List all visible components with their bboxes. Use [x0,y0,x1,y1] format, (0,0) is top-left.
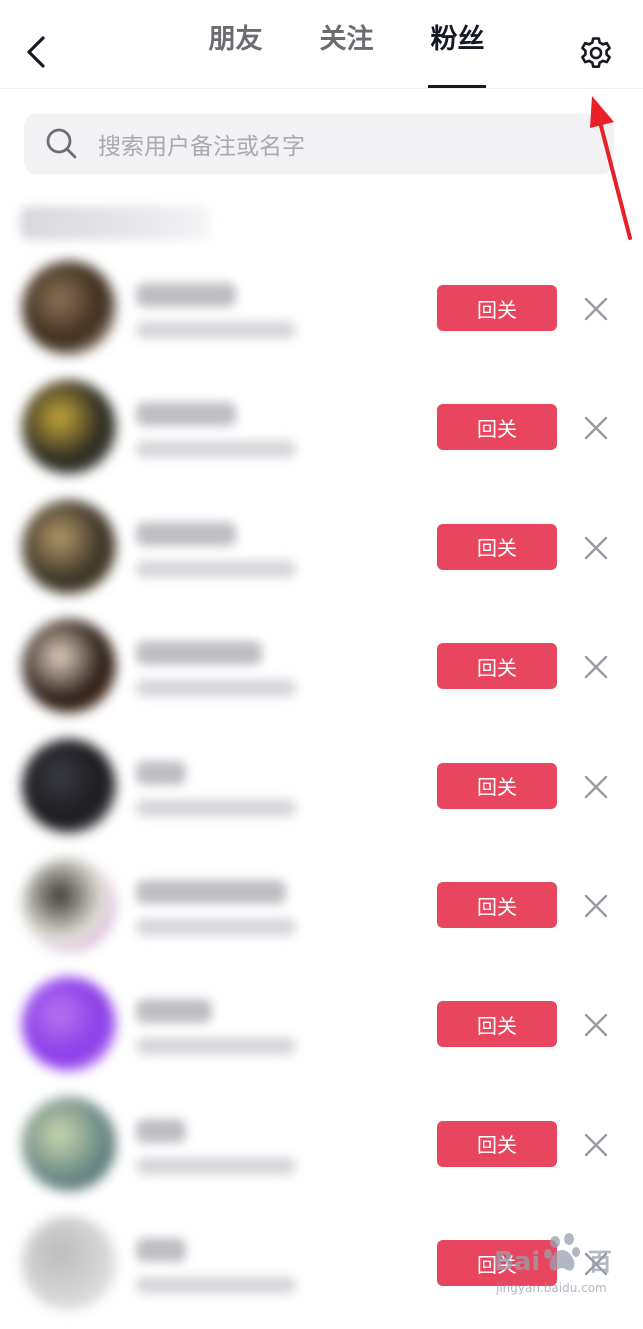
search-placeholder: 搜索用户备注或名字 [98,134,305,160]
close-icon [584,1014,608,1037]
follow-back-button[interactable]: 回关 [437,882,557,928]
search-icon [46,128,77,159]
avatar[interactable] [22,858,116,952]
settings-button[interactable] [573,30,619,76]
user-subtitle-blurred [136,1156,296,1175]
user-subtitle-blurred [136,1276,296,1295]
avatar[interactable] [22,1216,116,1311]
user-subtitle-blurred [136,559,296,578]
avatar[interactable] [22,977,116,1072]
avatar[interactable] [22,499,116,594]
close-icon [584,775,608,798]
avatar[interactable] [22,619,116,714]
remove-follower-button[interactable] [580,651,612,683]
tab-label: 关注 [319,23,374,55]
tab-label: 粉丝 [430,23,485,55]
tab-followers[interactable]: 粉丝 [402,0,513,88]
follower-row[interactable]: 回关 [0,613,643,732]
user-subtitle-blurred [136,321,296,339]
gear-icon [581,37,611,68]
close-icon [584,655,608,679]
username-blurred [136,1238,186,1263]
close-icon [584,297,608,321]
remove-follower-button[interactable] [580,771,612,803]
tab-bar: 朋友 关注 粉丝 [180,0,513,88]
username-blurred [136,402,236,427]
svg-text:Bai: Bai [494,1247,540,1277]
username-blurred [136,760,186,785]
baidu-watermark: Bai 百 jingyan.baidu.com [494,1233,612,1295]
username-blurred [136,641,262,666]
follower-row[interactable]: 回关 [0,852,643,971]
avatar[interactable] [22,261,116,355]
follow-back-button[interactable]: 回关 [437,404,557,451]
search-input[interactable]: 搜索用户备注或名字 [24,114,614,174]
username-blurred [136,880,286,904]
avatar[interactable] [22,1096,116,1191]
user-subtitle-blurred [136,440,296,459]
username-blurred [136,1118,186,1143]
tab-friends[interactable]: 朋友 [180,0,291,88]
back-button[interactable] [18,30,54,74]
section-label-blurred [20,206,210,240]
remove-follower-button[interactable] [580,890,612,922]
svg-text:百: 百 [588,1248,612,1276]
follow-back-button[interactable]: 回关 [437,285,557,331]
top-nav-bar: 朋友 关注 粉丝 [0,0,643,89]
tab-label: 朋友 [208,23,263,55]
follower-row[interactable]: 回关 [0,733,643,852]
svg-text:jingyan.baidu.com: jingyan.baidu.com [495,1281,607,1295]
user-subtitle-blurred [136,798,296,817]
username-blurred [136,999,212,1024]
close-icon [584,417,608,440]
follower-row[interactable]: 回关 [0,255,643,374]
username-blurred [136,283,236,307]
follower-row[interactable]: 回关 [0,971,643,1090]
avatar[interactable] [22,380,116,475]
chevron-left-icon [27,36,45,68]
remove-follower-button[interactable] [580,532,612,564]
follow-back-button[interactable]: 回关 [437,523,557,570]
remove-follower-button[interactable] [580,293,612,325]
tab-following[interactable]: 关注 [291,0,402,88]
close-icon [584,894,608,918]
avatar[interactable] [22,738,116,833]
remove-follower-button[interactable] [580,1009,612,1041]
follower-row[interactable]: 回关 [0,494,643,613]
follow-back-button[interactable]: 回关 [437,1120,557,1167]
remove-follower-button[interactable] [580,1129,612,1161]
follow-back-button[interactable]: 回关 [437,643,557,690]
close-icon [584,536,608,559]
follower-row[interactable]: 回关 [0,374,643,493]
follow-back-button[interactable]: 回关 [437,762,557,809]
follower-row[interactable]: 回关 [0,1091,643,1210]
follow-back-button[interactable]: 回关 [437,1001,557,1048]
user-subtitle-blurred [136,918,296,936]
user-subtitle-blurred [136,1037,296,1056]
username-blurred [136,521,236,546]
close-icon [584,1133,608,1156]
user-subtitle-blurred [136,679,296,698]
remove-follower-button[interactable] [580,412,612,444]
